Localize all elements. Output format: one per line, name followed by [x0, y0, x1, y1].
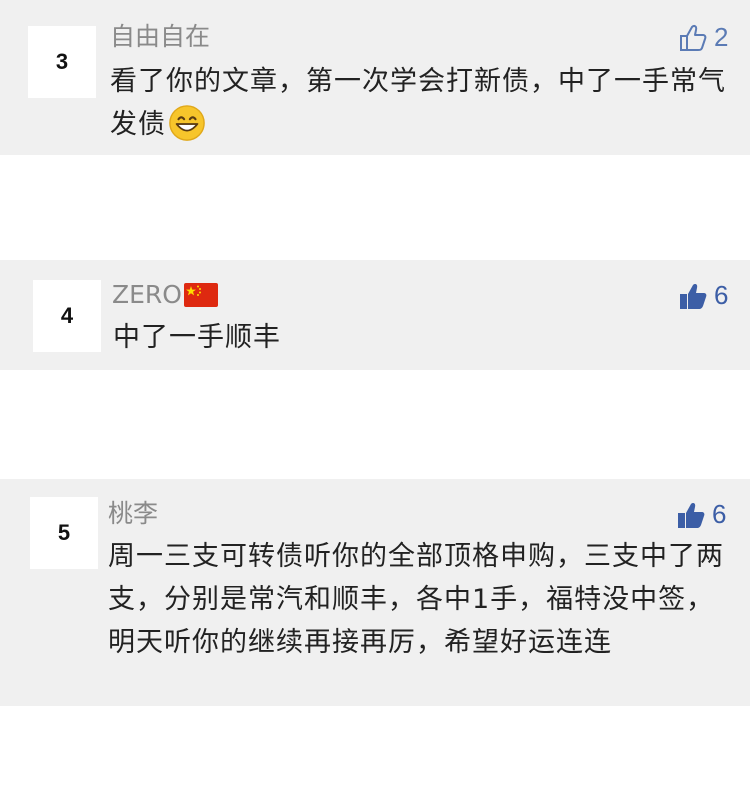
comment-text: 中了一手顺丰 [113, 322, 281, 353]
comment-text: 周一三支可转债听你的全部顶格申购，三支中了两支，分别是常汽和顺丰，各中1手，福特… [108, 541, 724, 658]
comment-card: 5 桃李 6 周一三支可转债听你的全部顶格申购，三支中了两支，分别是常汽和顺丰，… [0, 479, 750, 706]
like-count: 6 [714, 280, 729, 310]
china-flag-icon [183, 283, 218, 307]
thumbs-up-filled-icon [678, 502, 705, 528]
like-count: 2 [714, 22, 729, 52]
rank-badge: 4 [33, 280, 101, 352]
comment-text: 看了你的文章，第一次学会打新债，中了一手常气发债 [110, 66, 726, 141]
thumbs-up-filled-icon [680, 283, 707, 309]
comment-card: 4 ZERO 6 中了一手顺丰 [0, 260, 750, 370]
like-button[interactable]: 2 [678, 22, 728, 53]
like-button[interactable]: 6 [676, 499, 726, 530]
like-button[interactable]: 6 [678, 280, 728, 311]
comment-author[interactable]: 自由自在 [110, 22, 210, 52]
rank-badge: 3 [28, 26, 96, 98]
like-count: 6 [712, 499, 727, 529]
thumbs-up-outline-icon [680, 24, 707, 51]
rank-badge: 5 [30, 497, 98, 569]
comment-author[interactable]: 桃李 [108, 499, 158, 529]
comment-card: 3 自由自在 2 看了你的文章，第一次学会打新债，中了一手常气发债 [0, 0, 750, 155]
grinning-face-icon [169, 104, 205, 141]
comment-author[interactable]: ZERO [112, 280, 218, 310]
